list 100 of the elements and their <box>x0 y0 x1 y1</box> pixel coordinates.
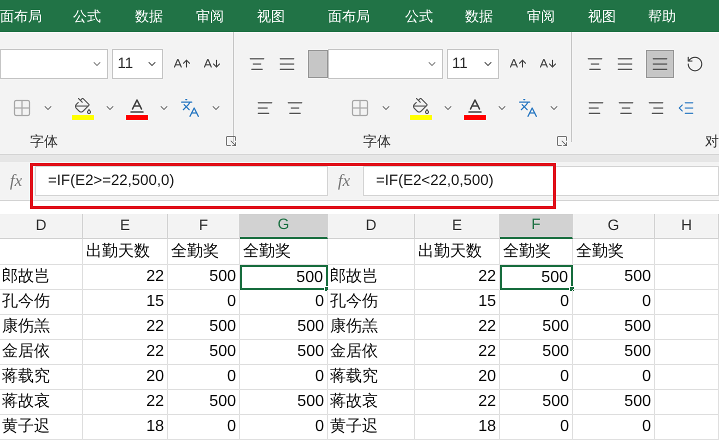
font-name-field[interactable] <box>0 49 108 80</box>
table-cell: 黄子迟 <box>328 415 415 440</box>
function-label[interactable]: fx <box>328 168 360 194</box>
font-color-icon[interactable] <box>464 96 486 120</box>
table-cell: 0 <box>240 290 328 315</box>
ribbon-tab[interactable]: 数据 <box>465 6 527 27</box>
table-cell: 0 <box>500 290 573 315</box>
table-cell: 0 <box>240 365 328 390</box>
table-cell: 500 <box>240 315 328 340</box>
table-cell: 0 <box>500 365 573 390</box>
ribbon-tab[interactable]: 审阅 <box>527 6 588 27</box>
column-header[interactable]: G <box>573 214 655 240</box>
table-cell: 22 <box>415 340 500 365</box>
ribbon-tab[interactable]: 面布局 <box>328 6 405 27</box>
header-cell: 全勤奖 <box>500 239 573 265</box>
table-cell: 500 <box>500 390 573 415</box>
table-cell: 500 <box>168 315 240 340</box>
header-cell: 全勤奖 <box>168 239 240 265</box>
table-cell: 0 <box>573 415 655 440</box>
header-cell: 出勤天数 <box>83 239 168 265</box>
orientation-icon[interactable] <box>686 55 704 74</box>
font-name-field[interactable] <box>328 49 443 80</box>
table-cell: 20 <box>83 365 168 390</box>
table-cell: 0 <box>168 290 240 315</box>
table-cell: 22 <box>415 390 500 415</box>
table-cell: 500 <box>240 390 328 415</box>
column-header[interactable]: F <box>500 214 573 240</box>
phonetic-icon[interactable] <box>518 98 538 118</box>
table-cell: 0 <box>500 415 573 440</box>
table-cell: 18 <box>415 415 500 440</box>
table-cell: 0 <box>168 415 240 440</box>
table-cell: 500 <box>168 340 240 365</box>
empty-cell <box>655 415 719 440</box>
table-cell: 500 <box>500 265 573 290</box>
ribbon-tab[interactable]: 视图 <box>588 6 648 27</box>
fill-color-icon[interactable] <box>410 96 432 120</box>
ribbon-tab[interactable]: 视图 <box>257 6 328 27</box>
table-cell: 孔今伤 <box>328 290 415 315</box>
header-cell: 出勤天数 <box>415 239 500 265</box>
table-cell: 500 <box>168 390 240 415</box>
table-cell: 500 <box>573 390 655 415</box>
empty-cell <box>655 315 719 340</box>
ribbon-tab[interactable]: 公式 <box>73 6 135 27</box>
empty-cell <box>655 340 719 365</box>
header-cell: 全勤奖 <box>573 239 655 265</box>
dialog-launcher-icon[interactable] <box>225 135 237 148</box>
function-label[interactable]: fx <box>0 168 32 194</box>
table-cell: 蒋载究 <box>328 365 415 390</box>
table-cell: 蒋故哀 <box>328 390 415 415</box>
column-header[interactable]: H <box>655 214 719 240</box>
ribbon-tab[interactable]: 帮助 <box>648 6 708 27</box>
formula-field[interactable]: =IF(E2>=22,500,0) <box>35 166 328 196</box>
header-cell: 全勤奖 <box>240 239 328 265</box>
table-cell: 康伤羔 <box>328 315 415 340</box>
table-cell: 500 <box>168 265 240 290</box>
phonetic-icon[interactable] <box>180 98 200 118</box>
empty-cell <box>655 390 719 415</box>
table-cell: 22 <box>83 265 168 290</box>
table-cell: 蒋故哀 <box>0 390 83 415</box>
table-cell: 22 <box>415 315 500 340</box>
table-cell: 22 <box>83 390 168 415</box>
empty-cell <box>655 265 719 290</box>
table-cell: 500 <box>240 340 328 365</box>
ribbon-tab[interactable]: 审阅 <box>196 6 257 27</box>
table-cell: 康伤羔 <box>0 315 83 340</box>
table-cell: 郎故岂 <box>0 265 83 290</box>
table-cell: 18 <box>83 415 168 440</box>
bottom-align-button[interactable] <box>646 50 674 78</box>
table-cell: 金居依 <box>328 340 415 365</box>
empty-cell <box>655 365 719 390</box>
column-header[interactable]: D <box>0 214 83 240</box>
column-header[interactable]: D <box>328 214 415 240</box>
font-size-field[interactable]: 11 <box>447 49 499 80</box>
dialog-launcher-icon[interactable] <box>556 135 568 148</box>
table-cell: 孔今伤 <box>0 290 83 315</box>
table-cell: 蒋载究 <box>0 365 83 390</box>
ribbon-tab[interactable]: 面布局 <box>0 6 73 27</box>
empty-cell <box>655 239 719 265</box>
font-color-icon[interactable] <box>126 96 148 120</box>
ribbon-tab[interactable]: 数据 <box>135 6 196 27</box>
font-size-field[interactable]: 11 <box>112 49 164 80</box>
table-cell: 22 <box>83 340 168 365</box>
table-cell: 0 <box>573 290 655 315</box>
table-cell: 黄子迟 <box>0 415 83 440</box>
ribbon-tab[interactable]: 公式 <box>405 6 465 27</box>
table-cell: 500 <box>573 315 655 340</box>
table-cell: 20 <box>415 365 500 390</box>
column-header[interactable]: E <box>83 214 168 240</box>
formula-field[interactable]: =IF(E2<22,0,500) <box>363 166 719 196</box>
group-label: 对 <box>705 132 719 151</box>
table-cell: 0 <box>168 365 240 390</box>
table-cell: 金居依 <box>0 340 83 365</box>
table-cell: 500 <box>500 315 573 340</box>
column-header[interactable]: G <box>240 214 328 240</box>
table-cell: 500 <box>573 340 655 365</box>
group-label: 字体 <box>30 132 58 151</box>
table-cell: 0 <box>240 415 328 440</box>
table-cell: 500 <box>573 265 655 290</box>
table-cell: 郎故岂 <box>328 265 415 290</box>
fill-color-icon[interactable] <box>72 96 94 120</box>
